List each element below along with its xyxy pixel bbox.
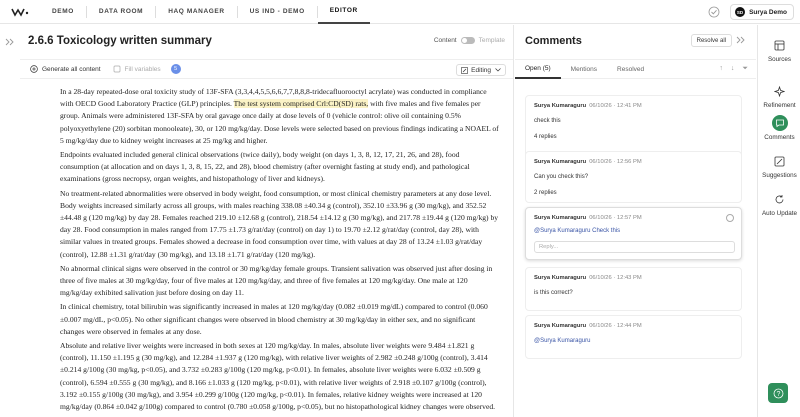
comment-header: Surya Kumaraguru 06/10/26 · 12:44 PM — [534, 323, 642, 329]
paragraph[interactable]: Absolute and relative liver weights were… — [60, 340, 500, 413]
comment-author: Surya Kumaraguru — [534, 215, 587, 221]
comment-body: is this correct? — [534, 290, 573, 296]
generate-all-button[interactable]: Generate all content — [30, 65, 101, 73]
paragraph[interactable]: No abnormal clinical signs were observed… — [60, 263, 500, 300]
comment-author: Surya Kumaraguru — [534, 323, 587, 329]
sources-icon — [772, 37, 788, 53]
rail-label: Suggestions — [762, 172, 797, 179]
app-logo[interactable] — [0, 0, 40, 24]
editor-toolbar: Generate all content Fill variables 5 Ed… — [20, 59, 513, 79]
fill-variables-button[interactable]: Fill variables — [113, 65, 161, 73]
comments-icon — [771, 115, 788, 131]
paragraph[interactable]: Endpoints evaluated included general cli… — [60, 149, 500, 186]
toggle-label-content: Content — [433, 37, 457, 44]
refresh-icon — [772, 191, 788, 207]
filter-icon[interactable]: ⏷ — [742, 65, 748, 73]
refinement-icon — [772, 83, 788, 99]
comment-card[interactable]: Surya Kumaraguru 06/10/26 · 12:56 PM Can … — [525, 151, 742, 203]
editing-mode-label: Editing — [471, 66, 491, 74]
paragraph[interactable]: In a 28-day repeated-dose oral toxicity … — [60, 86, 500, 147]
toggle-label-template: Template — [478, 37, 505, 44]
comment-replies-link[interactable]: 2 replies — [534, 190, 557, 196]
nav-editor[interactable]: EDITOR — [317, 0, 370, 24]
arrow-up-icon[interactable]: ↑ — [719, 65, 723, 73]
chevron-down-icon — [495, 68, 501, 72]
nav-haq-manager[interactable]: HAQ MANAGER — [156, 0, 236, 24]
tab-open[interactable]: Open (5) — [515, 59, 561, 79]
left-gutter — [0, 25, 20, 417]
svg-text:?: ? — [776, 391, 780, 398]
content-template-toggle[interactable]: Content Template — [434, 37, 505, 44]
comment-body: @Surya Kumaraguru Check this — [534, 228, 621, 234]
rail-comments[interactable]: Comments — [758, 115, 800, 142]
comment-timestamp: 06/10/26 · 12:56 PM — [589, 159, 642, 165]
comment-timestamp: 06/10/26 · 12:41 PM — [589, 103, 642, 109]
comment-body: check this — [534, 118, 561, 124]
nav-data-room[interactable]: DATA ROOM — [87, 0, 155, 24]
comment-header: Surya Kumaraguru 06/10/26 · 12:43 PM — [534, 275, 642, 281]
variables-icon — [113, 65, 120, 73]
variables-count-badge: 5 — [170, 64, 181, 74]
collapse-panel-icon[interactable] — [736, 36, 746, 44]
comment-timestamp: 06/10/26 · 12:43 PM — [589, 275, 642, 281]
comment-card[interactable]: Surya Kumaraguru 06/10/26 · 12:43 PM is t… — [525, 267, 742, 311]
nav-us-ind-demo[interactable]: US IND - DEMO — [238, 0, 317, 24]
resolve-check-icon[interactable] — [726, 214, 734, 222]
right-rail: Sources Refinement Comments Suggestions … — [757, 25, 800, 417]
tab-resolved[interactable]: Resolved — [607, 59, 654, 79]
user-menu-button[interactable]: SD Surya Demo — [730, 4, 794, 20]
nav-demo[interactable]: DEMO — [40, 0, 86, 24]
resolve-all-button[interactable]: Resolve all — [690, 34, 732, 47]
rail-suggestions[interactable]: Suggestions — [758, 153, 800, 180]
editing-mode-dropdown[interactable]: Editing — [456, 64, 506, 76]
rail-auto-update[interactable]: Auto Update — [758, 191, 800, 218]
comment-card-active[interactable]: Surya Kumaraguru 06/10/26 · 12:57 PM @Sur… — [525, 207, 742, 260]
comments-tabs: Open (5) Mentions Resolved ↑ ↓ ⏷ — [515, 59, 756, 79]
comment-body: Can you check this? — [534, 174, 589, 180]
tab-mentions[interactable]: Mentions — [561, 59, 607, 79]
comment-author: Surya Kumaraguru — [534, 275, 587, 281]
expand-chevrons-icon[interactable] — [5, 38, 15, 46]
check-circle-icon[interactable] — [708, 6, 720, 18]
rail-refinement[interactable]: Refinement — [758, 83, 800, 110]
arrow-down-icon[interactable]: ↓ — [731, 65, 735, 73]
comment-header: Surya Kumaraguru 06/10/26 · 12:57 PM — [534, 215, 642, 221]
paragraph[interactable]: No treatment-related abnormalities were … — [60, 188, 500, 261]
plus-circle-icon — [30, 65, 38, 73]
rail-label: Refinement — [763, 102, 796, 109]
page-title: 2.6.6 Toxicology written summary — [28, 35, 212, 47]
help-icon: ? — [773, 388, 783, 398]
comment-replies-link[interactable]: 4 replies — [534, 134, 557, 140]
rail-sources[interactable]: Sources — [758, 37, 800, 64]
editor-pane: 2.6.6 Toxicology written summary Content… — [20, 25, 514, 417]
top-nav-bar: DEMO DATA ROOM HAQ MANAGER US IND - DEMO… — [0, 0, 800, 24]
commented-highlight[interactable]: The test system comprised Crl:CD(SD) rat… — [233, 99, 369, 109]
comment-header: Surya Kumaraguru 06/10/26 · 12:41 PM — [534, 103, 642, 109]
comment-body: @Surya Kumaraguru — [534, 338, 591, 344]
rail-label: Comments — [764, 134, 795, 141]
rail-label: Sources — [767, 56, 792, 63]
toggle-switch[interactable] — [460, 37, 475, 44]
rail-label: Auto Update — [761, 210, 797, 217]
comment-author: Surya Kumaraguru — [534, 103, 587, 109]
document-content[interactable]: In a 28-day repeated-dose oral toxicity … — [60, 86, 500, 415]
logo-icon — [11, 7, 29, 17]
generate-all-label: Generate all content — [42, 65, 101, 73]
edit-icon — [461, 66, 468, 74]
comments-panel: Comments Resolve all Open (5) Mentions R… — [515, 25, 756, 417]
comment-card[interactable]: Surya Kumaraguru 06/10/26 · 12:44 PM @Sur… — [525, 315, 742, 359]
fill-variables-label: Fill variables — [124, 65, 161, 73]
comment-header: Surya Kumaraguru 06/10/26 · 12:56 PM — [534, 159, 642, 165]
comment-timestamp: 06/10/26 · 12:57 PM — [589, 215, 642, 221]
paragraph[interactable]: In clinical chemistry, total bilirubin w… — [60, 301, 500, 338]
user-name: Surya Demo — [749, 8, 787, 16]
comments-title: Comments — [525, 35, 582, 47]
suggestions-icon — [772, 153, 788, 169]
comment-author: Surya Kumaraguru — [534, 159, 587, 165]
help-button[interactable]: ? — [768, 383, 788, 403]
comment-timestamp: 06/10/26 · 12:44 PM — [589, 323, 642, 329]
avatar: SD — [735, 7, 746, 17]
reply-input[interactable]: Reply... — [534, 241, 735, 253]
